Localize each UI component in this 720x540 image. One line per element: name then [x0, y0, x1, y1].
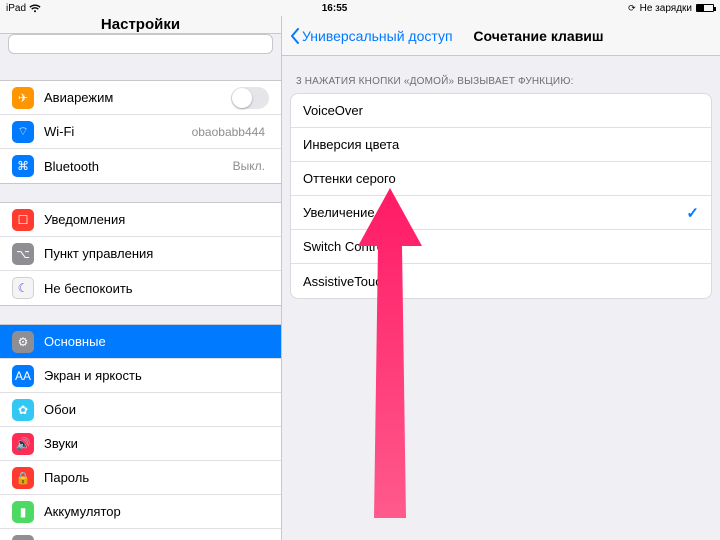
toggle-airplane[interactable]	[231, 87, 269, 109]
sidebar-item-airplane[interactable]: ✈ Авиарежим	[0, 81, 281, 115]
sidebar-title: Настройки	[101, 16, 180, 33]
option-label: Увеличение	[303, 205, 686, 220]
airplane-icon: ✈	[12, 87, 34, 109]
shortcut-options-list: VoiceOver Инверсия цвета Оттенки серого Уве…	[290, 93, 712, 299]
checkmark-icon: ✓	[686, 204, 699, 222]
battery-icon	[696, 4, 714, 12]
sidebar-item-label: Основные	[44, 334, 269, 349]
status-bar-right: ⟳ Не зарядки	[628, 3, 714, 14]
shortcut-option[interactable]: Оттенки серого	[291, 162, 711, 196]
section-header: 3 нажатия кнопки «Домой» вызывает функци…	[282, 56, 720, 93]
sidebar-item-label: Пароль	[44, 470, 269, 485]
sidebar-item-label: Пункт управления	[44, 246, 269, 261]
sidebar-item-dnd[interactable]: ☾ Не беспокоить	[0, 271, 281, 305]
sidebar-item-label: Wi-Fi	[44, 124, 192, 139]
sidebar-item-label: Экран и яркость	[44, 368, 269, 383]
option-label: Switch Control	[303, 239, 699, 254]
sidebar-item-bluetooth[interactable]: ⌘ BluetoothВыкл.	[0, 149, 281, 183]
sidebar-item-value: Выкл.	[233, 159, 265, 173]
sidebar-item-display[interactable]: AA Экран и яркость	[0, 359, 281, 393]
sidebar-item-control-center[interactable]: ⌥ Пункт управления	[0, 237, 281, 271]
status-bar-left: iPad	[6, 3, 41, 14]
moon-icon: ☾	[12, 277, 34, 299]
sidebar-item-general[interactable]: ⚙ Основные	[0, 325, 281, 359]
screen: iPad 16:55 ⟳ Не зарядки Настройки ✈ Авиар…	[0, 0, 720, 540]
notifications-icon: ☐	[12, 209, 34, 231]
wifi-icon	[29, 4, 41, 13]
sidebar-item-label: Обои	[44, 402, 269, 417]
detail-header: Универсальный доступ Сочетание клавиш	[282, 16, 720, 56]
sidebar-group-general: ⚙ Основные AA Экран и яркость ✿ Обои 🔊 Звуки 🔒 Па…	[0, 324, 281, 540]
bluetooth-icon: ⌘	[12, 155, 34, 177]
sidebar-item-label: Авиарежим	[44, 90, 231, 105]
wallpaper-icon: ✿	[12, 399, 34, 421]
option-label: AssistiveTouch	[303, 274, 699, 289]
status-bar: iPad 16:55 ⟳ Не зарядки	[0, 0, 720, 16]
sidebar-item-privacy[interactable]: ✋Конфиденциальность	[0, 529, 281, 540]
sidebar-item-label: Bluetooth	[44, 159, 233, 174]
sidebar-item-notifications[interactable]: ☐ Уведомления	[0, 203, 281, 237]
sidebar-item-label: Уведомления	[44, 212, 269, 227]
split-view: Настройки ✈ Авиарежим ⌔ Wi-Fiobaobabb444 ⌘ Bl…	[0, 16, 720, 540]
chevron-left-icon	[290, 28, 300, 44]
shortcut-option[interactable]: Увеличение✓	[291, 196, 711, 230]
battery-icon: ▮	[12, 501, 34, 523]
sounds-icon: 🔊	[12, 433, 34, 455]
sidebar-item-passcode[interactable]: 🔒 Пароль	[0, 461, 281, 495]
sidebar-item-value: obaobabb444	[192, 125, 265, 139]
settings-sidebar: Настройки ✈ Авиарежим ⌔ Wi-Fiobaobabb444 ⌘ Bl…	[0, 16, 282, 540]
shortcut-option[interactable]: AssistiveTouch	[291, 264, 711, 298]
status-time: 16:55	[41, 3, 628, 14]
charge-label: Не зарядки	[640, 3, 692, 14]
option-label: Инверсия цвета	[303, 137, 699, 152]
sidebar-item-sounds[interactable]: 🔊 Звуки	[0, 427, 281, 461]
option-label: Оттенки серого	[303, 171, 699, 186]
display-icon: AA	[12, 365, 34, 387]
search-container	[0, 34, 281, 62]
sidebar-item-wallpaper[interactable]: ✿ Обои	[0, 393, 281, 427]
sidebar-item-label: Не беспокоить	[44, 281, 269, 296]
gear-icon: ⚙	[12, 331, 34, 353]
sidebar-item-label: Звуки	[44, 436, 269, 451]
back-label: Универсальный доступ	[302, 28, 453, 44]
wifi-icon: ⌔	[12, 121, 34, 143]
search-field[interactable]	[8, 34, 273, 54]
passcode-icon: 🔒	[12, 467, 34, 489]
sidebar-group-network: ✈ Авиарежим ⌔ Wi-Fiobaobabb444 ⌘ BluetoothВык…	[0, 80, 281, 184]
sidebar-item-battery[interactable]: ▮ Аккумулятор	[0, 495, 281, 529]
option-label: VoiceOver	[303, 103, 699, 118]
control-center-icon: ⌥	[12, 243, 34, 265]
detail-pane: Универсальный доступ Сочетание клавиш 3 …	[282, 16, 720, 540]
sidebar-item-wifi[interactable]: ⌔ Wi-Fiobaobabb444	[0, 115, 281, 149]
sidebar-group-alerts: ☐ Уведомления ⌥ Пункт управления ☾ Не беспоко…	[0, 202, 281, 306]
shortcut-option[interactable]: VoiceOver	[291, 94, 711, 128]
back-button[interactable]: Универсальный доступ	[290, 28, 453, 44]
shortcut-option[interactable]: Switch Control	[291, 230, 711, 264]
device-label: iPad	[6, 3, 26, 14]
sidebar-header: Настройки	[0, 16, 281, 34]
sidebar-item-label: Аккумулятор	[44, 504, 269, 519]
privacy-icon: ✋	[12, 535, 34, 540]
shortcut-option[interactable]: Инверсия цвета	[291, 128, 711, 162]
